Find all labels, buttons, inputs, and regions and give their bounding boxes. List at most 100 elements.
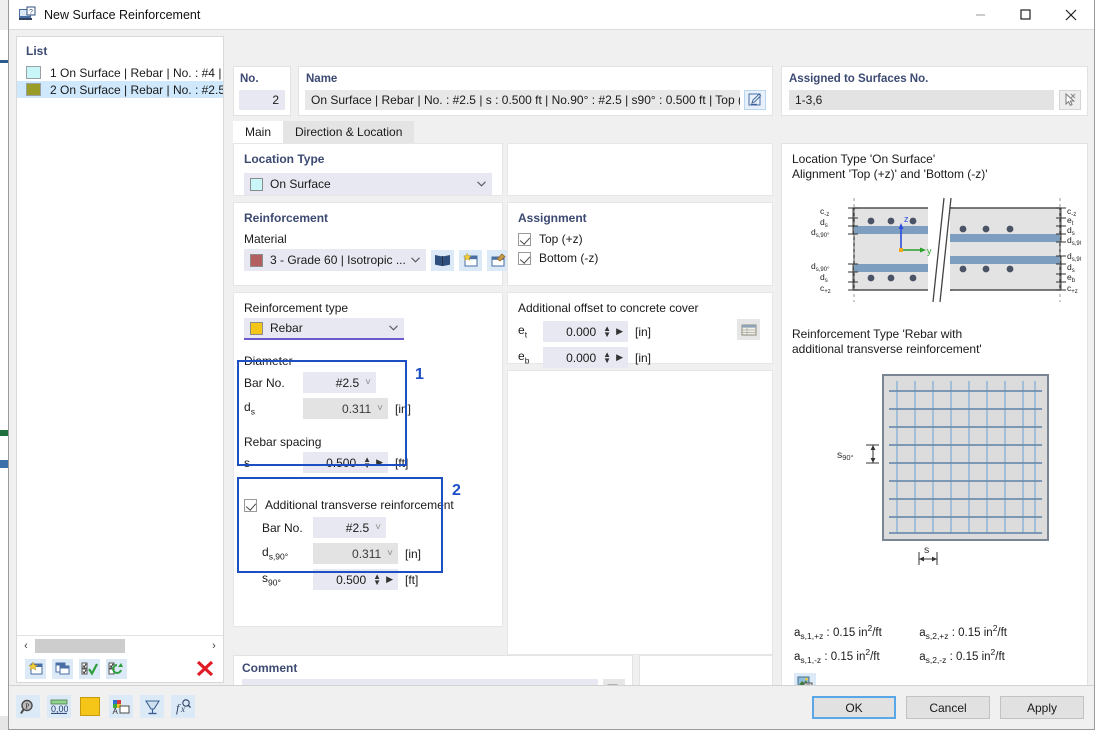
list-item[interactable]: 1 On Surface | Rebar | No. : #4 | s : 0.… <box>17 64 223 81</box>
number-label: No. <box>240 73 259 85</box>
info-caption-1: Location Type 'On Surface' Alignment 'To… <box>792 152 988 181</box>
formula-icon[interactable]: f x <box>171 695 195 718</box>
spinner-icon[interactable]: ▲ ▼ <box>603 324 611 338</box>
scroll-left-icon[interactable]: ‹ <box>17 637 35 655</box>
chevron-down-icon <box>477 181 486 187</box>
name-input[interactable]: On Surface | Rebar | No. : #2.5 | s : 0.… <box>305 90 740 110</box>
view-icon[interactable] <box>140 695 164 718</box>
expand-arrow-icon[interactable]: ▶ <box>616 326 623 337</box>
svg-text:0,00: 0,00 <box>51 704 68 714</box>
callout-number-2: 2 <box>452 482 461 499</box>
assignment-group: Assignment Top (+z) Bottom (-z) <box>507 202 773 286</box>
list-panel: List 1 On Surface | Rebar | No. : #4 | s… <box>16 36 224 683</box>
eb-input[interactable]: 0.000 ▲ ▼ ▶ <box>543 347 628 368</box>
eb-value: 0.000 <box>566 350 597 365</box>
spinner-icon[interactable]: ▲ ▼ <box>603 350 611 364</box>
copy-icon[interactable] <box>52 658 73 679</box>
location-type-swatch <box>250 177 263 191</box>
maximize-icon[interactable] <box>1003 0 1048 30</box>
background-app-sliver <box>0 0 8 730</box>
svg-text:s90°: s90° <box>837 449 854 462</box>
svg-text:?: ? <box>29 9 33 16</box>
ok-button[interactable]: OK <box>812 696 896 719</box>
reinforcement-title: Reinforcement <box>244 211 329 225</box>
checkbox-icon <box>518 232 531 246</box>
new-material-icon[interactable] <box>458 249 482 271</box>
offset-table-icon[interactable] <box>737 319 760 340</box>
reinforcement-type-combo[interactable]: Rebar <box>244 318 404 340</box>
tab-bar: Main Direction & Location <box>233 121 773 143</box>
scroll-right-icon[interactable]: › <box>205 637 223 655</box>
color-swatch-icon[interactable] <box>78 695 102 718</box>
tab-direction-location[interactable]: Direction & Location <box>283 121 415 143</box>
material-swatch <box>250 253 263 267</box>
title-bar: ? New Surface Reinforcement <box>9 0 1094 30</box>
assigned-input[interactable]: 1-3,6 <box>789 90 1054 110</box>
scroll-track[interactable] <box>35 638 205 653</box>
edit-name-icon[interactable] <box>744 90 766 110</box>
reinforcement-group: Reinforcement Material 3 - Grade 60 | Is… <box>233 202 538 286</box>
assigned-surfaces-group: Assigned to Surfaces No. 1-3,6 <box>781 66 1088 116</box>
screen: ? New Surface Reinforcement List 1 On Su… <box>0 0 1095 730</box>
reinforcement-type-swatch <box>250 321 263 335</box>
check-all-icon[interactable] <box>79 658 100 679</box>
spinner-icon[interactable]: ▲ ▼ <box>373 572 381 586</box>
minimize-icon[interactable] <box>958 0 1003 30</box>
location-type-title: Location Type <box>244 152 325 166</box>
et-label: et <box>518 323 528 340</box>
expand-arrow-icon[interactable]: ▶ <box>616 352 623 363</box>
list-item-label: 2 On Surface | Rebar | No. : #2.5 | s : … <box>50 82 223 97</box>
cancel-button[interactable]: Cancel <box>906 696 990 719</box>
material-value: 3 - Grade 60 | Isotropic ... <box>270 253 406 267</box>
numeric-format-icon[interactable]: 0,00 <box>47 695 71 718</box>
assignment-title: Assignment <box>518 211 587 225</box>
list-horizontal-scrollbar[interactable]: ‹ › <box>17 635 223 655</box>
eb-unit: [in] <box>635 350 652 365</box>
chevron-down-icon <box>389 325 398 331</box>
et-value: 0.000 <box>566 324 597 339</box>
surface-reinforcement-icon: ? <box>18 6 36 24</box>
eb-label: eb <box>518 349 530 366</box>
results-area: as,1,+z : 0.15 in2/ft as,2,+z : 0.15 in2… <box>794 620 1007 693</box>
window-title: New Surface Reinforcement <box>44 7 201 22</box>
number-input[interactable]: 2 <box>239 90 285 110</box>
library-icon[interactable] <box>430 249 454 271</box>
list-toolbar <box>17 655 223 682</box>
new-icon[interactable] <box>25 658 46 679</box>
list-item[interactable]: 2 On Surface | Rebar | No. : #2.5 | s : … <box>17 81 223 98</box>
material-combo[interactable]: 3 - Grade 60 | Isotropic ... <box>244 249 426 271</box>
assignment-top-checkbox[interactable]: Top (+z) <box>518 232 762 246</box>
expand-arrow-icon[interactable]: ▶ <box>386 574 393 585</box>
list-item-label: 1 On Surface | Rebar | No. : #4 | s : 0.… <box>50 65 223 80</box>
s90-label: s90° <box>262 571 281 588</box>
apply-button[interactable]: Apply <box>1000 696 1084 719</box>
svg-text:P: P <box>25 701 29 710</box>
et-input[interactable]: 0.000 ▲ ▼ ▶ <box>543 321 628 342</box>
rebar-mesh-diagram: s90° s <box>782 357 1087 584</box>
svg-text:y: y <box>927 246 932 256</box>
offset-label: Additional offset to concrete cover <box>518 301 699 315</box>
list-title: List <box>26 44 48 58</box>
assignment-top-label: Top (+z) <box>539 232 583 246</box>
result-row: as,1,+z : 0.15 in2/ft as,2,+z : 0.15 in2… <box>794 622 1008 641</box>
chevron-down-icon <box>410 257 420 263</box>
callout-box-2 <box>237 477 443 573</box>
assignment-bottom-checkbox[interactable]: Bottom (-z) <box>518 251 762 265</box>
delete-icon[interactable] <box>194 659 215 679</box>
assigned-label: Assigned to Surfaces No. <box>789 73 929 85</box>
empty-box-bottom <box>507 370 773 655</box>
refresh-selection-icon[interactable] <box>106 658 127 679</box>
svg-text:c+z: c+z <box>1067 283 1078 295</box>
location-type-combo[interactable]: On Surface <box>244 173 492 195</box>
zoom-info-icon[interactable]: P <box>16 695 40 718</box>
close-icon[interactable] <box>1048 0 1094 30</box>
label-display-icon[interactable]: A <box>109 695 133 718</box>
s90-unit: [ft] <box>405 572 419 587</box>
tab-main[interactable]: Main <box>233 121 284 143</box>
pick-surfaces-icon[interactable] <box>1059 90 1081 110</box>
scroll-thumb[interactable] <box>35 638 125 653</box>
dialog-window: ? New Surface Reinforcement List 1 On Su… <box>8 0 1095 730</box>
main-column-middle: Assignment Top (+z) Bottom (-z) Addition… <box>507 143 773 661</box>
s90-value: 0.500 <box>336 572 367 587</box>
et-row: et 0.000 ▲ ▼ ▶ [in] <box>518 321 762 342</box>
